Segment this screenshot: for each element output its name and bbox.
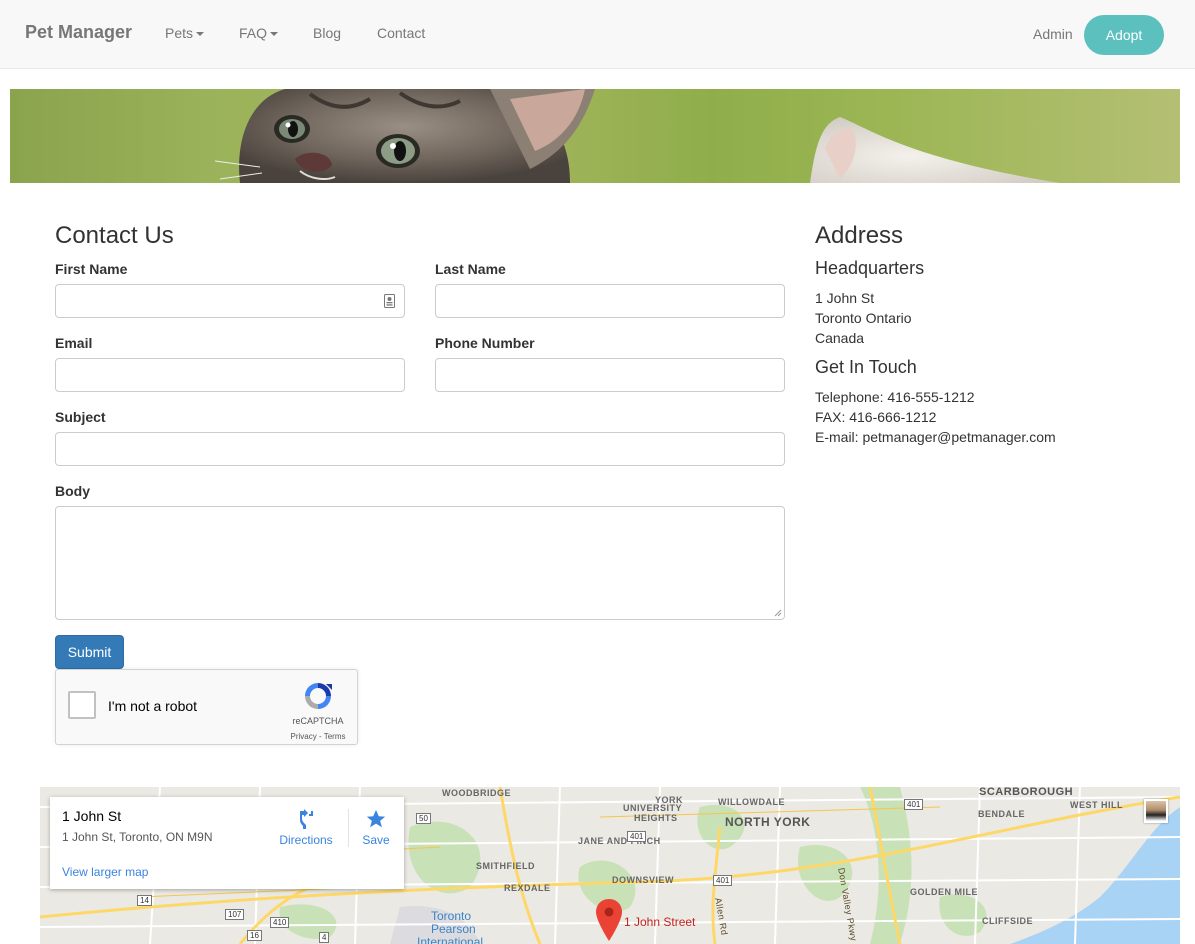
save-label: Save (362, 833, 390, 847)
subject-input[interactable] (55, 432, 785, 466)
highway-shield: 4 (319, 932, 330, 943)
contact-title: Contact Us (55, 222, 174, 249)
headquarters-heading: Headquarters (815, 258, 925, 278)
contact-card-icon[interactable] (384, 294, 395, 308)
telephone-text: Telephone: 416-555-1212 (815, 389, 975, 405)
body-label: Body (55, 483, 90, 499)
recaptcha-privacy-terms[interactable]: Privacy - Terms (286, 732, 350, 741)
nav-pets-label: Pets (165, 25, 194, 41)
admin-link[interactable]: Admin (1033, 26, 1073, 42)
email-label: Email (55, 335, 93, 351)
get-in-touch-heading: Get In Touch (815, 357, 917, 377)
nav-faq-dropdown[interactable]: FAQ (239, 25, 279, 41)
highway-shield: 401 (627, 831, 647, 842)
adopt-button[interactable]: Adopt (1084, 15, 1164, 55)
map-label-west-hill: WEST HILL (1070, 800, 1123, 810)
last-name-input[interactable] (435, 284, 785, 318)
map-label-willowdale: WILLOWDALE (718, 797, 785, 807)
recaptcha-widget: I'm not a robot reCAPTCHA Privacy - Term… (55, 669, 358, 745)
highway-shield: 410 (270, 917, 290, 928)
map-label-downsview: DOWNSVIEW (612, 875, 674, 885)
submit-button[interactable]: Submit (55, 635, 124, 669)
map-marker-icon[interactable] (596, 899, 622, 941)
map-label-scarborough: SCARBOROUGH (979, 787, 1074, 798)
navbar: Pet Manager Pets FAQ Blog Contact Admin … (0, 0, 1195, 69)
map-label-woodbridge: WOODBRIDGE (442, 788, 511, 798)
directions-button[interactable]: Directions (278, 809, 334, 847)
directions-icon (300, 809, 313, 829)
map-label-pearson: International (417, 935, 484, 944)
map-label-jane-finch: JANE AND FINCH (578, 836, 661, 846)
nav-pets-dropdown[interactable]: Pets (165, 25, 205, 41)
nav-faq-label: FAQ (239, 25, 268, 41)
subject-label: Subject (55, 409, 106, 425)
last-name-label: Last Name (435, 261, 506, 277)
highway-shield: 401 (713, 875, 733, 886)
address-title: Address (815, 222, 904, 249)
map-place-card: 1 John St 1 John St, Toronto, ON M9N Vie… (50, 797, 404, 889)
recaptcha-brand: reCAPTCHA (292, 716, 344, 726)
map-label-bendale: BENDALE (978, 809, 1026, 819)
resize-handle-icon[interactable] (774, 609, 782, 617)
map-label-york-university: UNIVERSITY (623, 803, 683, 813)
highway-shield: 16 (247, 930, 262, 941)
map-marker-label: 1 John Street (624, 915, 696, 929)
recaptcha-checkbox[interactable] (68, 691, 96, 719)
map-label-pearson: Toronto (431, 909, 472, 923)
address-line: Canada (815, 330, 865, 346)
map-label-york-heights: HEIGHTS (634, 813, 678, 823)
email-text: E-mail: petmanager@petmanager.com (815, 429, 1056, 445)
directions-label: Directions (279, 833, 333, 847)
highway-shield: 50 (416, 813, 431, 824)
map-label-north-york: NORTH YORK (725, 815, 811, 829)
address-line: 1 John St (815, 290, 875, 306)
nav-blog-link[interactable]: Blog (313, 25, 341, 41)
recaptcha-logo-icon (305, 683, 332, 709)
kitten-banner-image (10, 89, 1180, 183)
map-label-smithfield: SMITHFIELD (476, 861, 535, 871)
highway-shield: 107 (225, 909, 245, 920)
nav-contact-link[interactable]: Contact (377, 25, 425, 41)
star-icon (366, 809, 386, 828)
recaptcha-label: I'm not a robot (108, 698, 198, 714)
first-name-label: First Name (55, 261, 128, 277)
map-label-pearson: Pearson (431, 922, 476, 936)
body-textarea[interactable] (55, 506, 785, 620)
brand-logo[interactable]: Pet Manager (25, 22, 132, 43)
caret-down-icon (196, 32, 205, 37)
map-label-cliffside: CLIFFSIDE (982, 916, 1033, 926)
view-larger-map-link[interactable]: View larger map (62, 865, 148, 879)
pegman-avatar[interactable] (1144, 799, 1168, 823)
address-line: Toronto Ontario (815, 310, 912, 326)
highway-shield: 14 (137, 895, 152, 906)
caret-down-icon (270, 32, 279, 37)
card-divider (348, 809, 349, 847)
map-label-golden-mile: GOLDEN MILE (910, 887, 978, 897)
highway-shield: 401 (904, 799, 924, 810)
first-name-input[interactable] (55, 284, 405, 318)
place-title: 1 John St (62, 808, 122, 824)
fax-text: FAX: 416-666-1212 (815, 409, 937, 425)
email-input[interactable] (55, 358, 405, 392)
kitten-illustration (214, 89, 1060, 183)
map-label-rexdale: REXDALE (504, 883, 551, 893)
place-address: 1 John St, Toronto, ON M9N (62, 830, 213, 844)
save-button[interactable]: Save (358, 808, 394, 847)
phone-input[interactable] (435, 358, 785, 392)
phone-label: Phone Number (435, 335, 535, 351)
